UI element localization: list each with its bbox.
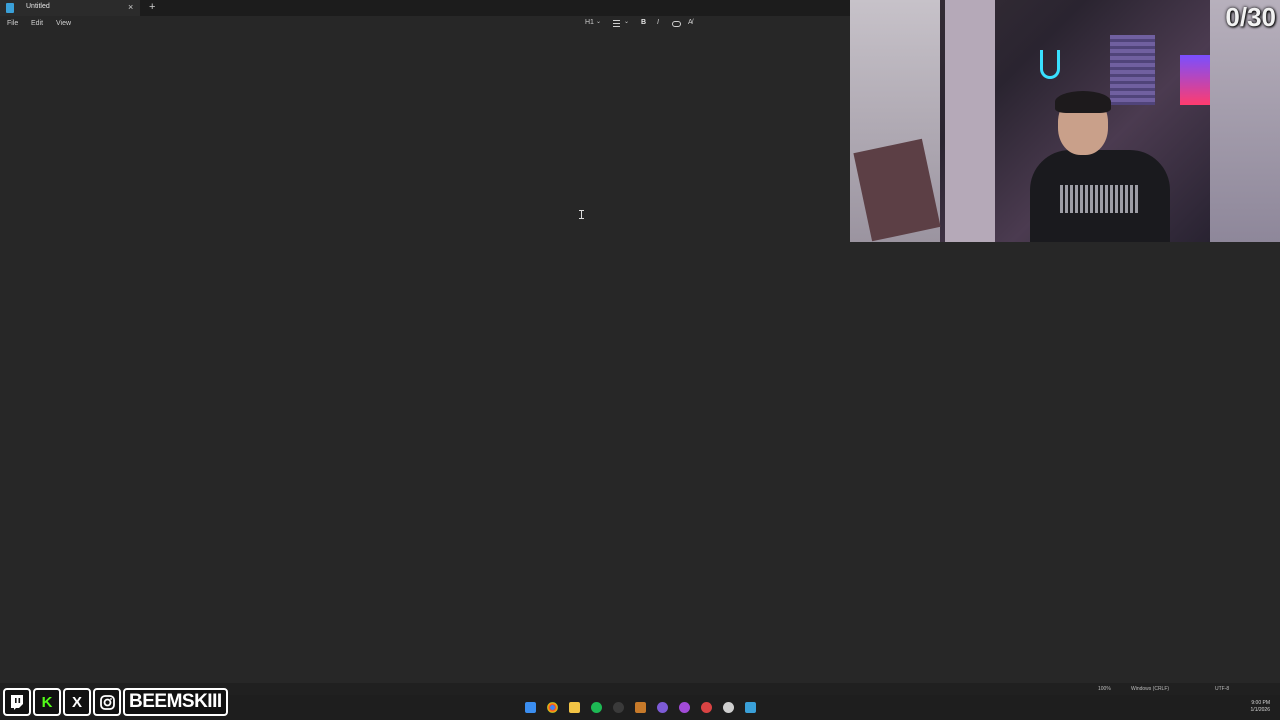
goal-counter: 0/30 — [1225, 2, 1276, 32]
close-tab-icon[interactable]: × — [128, 2, 133, 12]
social-overlay: K X BEEMSKIII — [3, 688, 228, 716]
menu-view[interactable]: View — [56, 20, 71, 27]
clock-date: 1/1/2026 — [1250, 707, 1270, 713]
menu-bar: File Edit View — [0, 16, 850, 33]
notepad-taskbar-icon[interactable] — [745, 702, 756, 713]
spotify-icon[interactable] — [591, 702, 602, 713]
text-cursor-icon — [579, 210, 584, 219]
notepad-icon — [6, 3, 14, 13]
file-explorer-icon[interactable] — [569, 702, 580, 713]
clear-formatting-icon[interactable]: A̸ — [688, 19, 693, 26]
recorder-icon[interactable] — [701, 702, 712, 713]
shirt-graphic — [1060, 185, 1140, 213]
webcam-door — [945, 0, 995, 242]
obs-icon[interactable] — [613, 702, 624, 713]
encoding[interactable]: UTF-8 — [1215, 686, 1229, 692]
instagram-icon — [93, 688, 121, 716]
menu-edit[interactable]: Edit — [31, 20, 43, 27]
streamer-hair — [1055, 91, 1111, 113]
app-icon[interactable] — [635, 702, 646, 713]
messenger-icon[interactable] — [679, 702, 690, 713]
kick-icon: K — [33, 688, 61, 716]
chevron-down-icon: ⌄ — [624, 19, 630, 25]
webcam-neon-sign — [1040, 50, 1060, 79]
editor-textarea[interactable] — [0, 33, 850, 683]
italic-button[interactable]: I — [657, 19, 659, 26]
list-icon[interactable] — [613, 20, 620, 27]
twitch-icon — [3, 688, 31, 716]
tab-title: Untitled — [26, 3, 50, 10]
bold-button[interactable]: B — [641, 19, 646, 26]
clock-time: 9:00 PM — [1251, 700, 1270, 706]
streamer — [1025, 91, 1175, 242]
webcam-wall-right — [1210, 0, 1280, 242]
new-tab-button[interactable]: + — [149, 1, 155, 13]
x-icon: X — [63, 688, 91, 716]
proton-icon[interactable] — [657, 702, 668, 713]
zoom-level[interactable]: 100% — [1098, 686, 1111, 692]
menu-file[interactable]: File — [7, 20, 18, 27]
link-icon[interactable] — [672, 21, 681, 27]
webcam-overlay: 0/30 — [850, 0, 1280, 242]
tab-untitled[interactable]: Untitled × — [0, 0, 140, 16]
steam-icon[interactable] — [723, 702, 734, 713]
windows-start-icon[interactable] — [525, 702, 536, 713]
streamer-handle: BEEMSKIII — [123, 688, 228, 716]
line-endings[interactable]: Windows (CRLF) — [1131, 686, 1169, 692]
chrome-icon[interactable] — [547, 702, 558, 713]
heading-dropdown[interactable]: H1 — [585, 19, 594, 26]
system-clock[interactable]: 9:00 PM 1/1/2026 — [1251, 700, 1270, 714]
chevron-down-icon: ⌄ — [596, 19, 602, 25]
